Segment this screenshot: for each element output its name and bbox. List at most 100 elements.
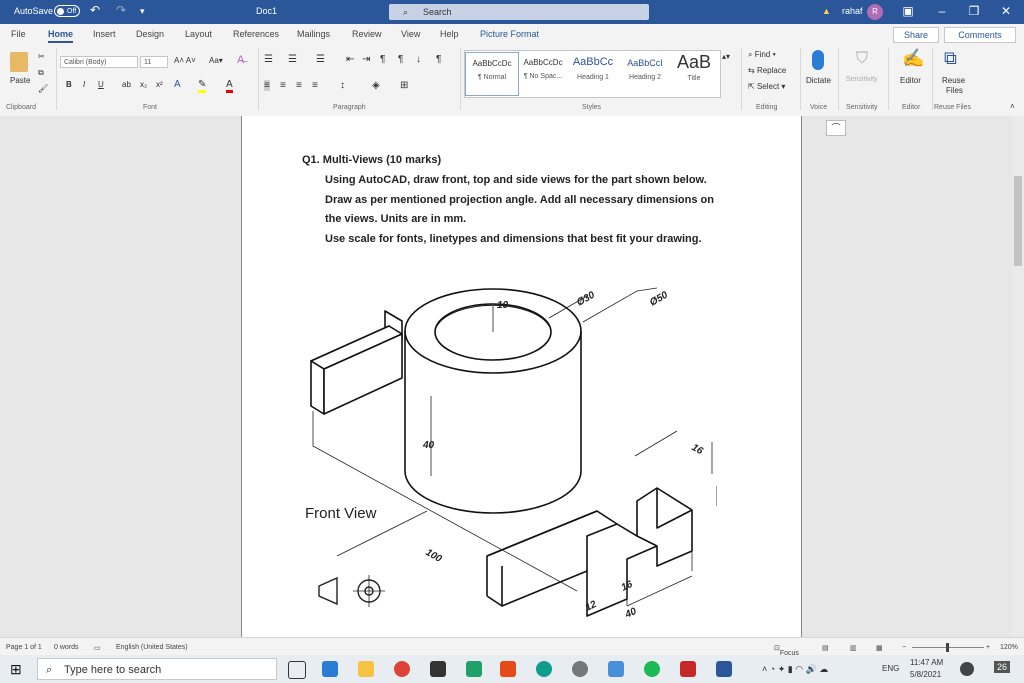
- justify-icon[interactable]: ≡: [312, 80, 318, 91]
- bullets-icon[interactable]: ☰: [264, 54, 273, 65]
- clock-time[interactable]: 11:47 AM: [910, 658, 943, 667]
- collapse-ribbon-icon[interactable]: ˄: [1010, 102, 1015, 111]
- style-no-spacing[interactable]: AaBbCcDc ¶ No Spac...: [517, 52, 569, 94]
- tab-layout[interactable]: Layout: [185, 29, 212, 39]
- minimize-icon[interactable]: –: [932, 4, 952, 18]
- print-layout-icon[interactable]: ▥: [850, 644, 857, 652]
- tab-references[interactable]: References: [233, 29, 279, 39]
- font-name-select[interactable]: Calibri (Body): [60, 56, 138, 68]
- tab-file[interactable]: File: [11, 29, 26, 39]
- autocad-icon[interactable]: [680, 661, 696, 677]
- underline-button[interactable]: U: [98, 80, 104, 89]
- scroll-thumb[interactable]: [1014, 176, 1022, 266]
- spotify-icon[interactable]: [644, 661, 660, 677]
- checkmark-app-icon[interactable]: [608, 661, 624, 677]
- style-heading-1[interactable]: AaBbCc Heading 1: [567, 52, 619, 94]
- tab-insert[interactable]: Insert: [93, 29, 116, 39]
- redo-icon[interactable]: ↷: [116, 3, 126, 17]
- edge-icon[interactable]: [536, 661, 552, 677]
- shading-icon[interactable]: ◈: [372, 80, 380, 91]
- ribbon-display-icon[interactable]: ▣: [898, 4, 918, 18]
- cut-icon[interactable]: ✂: [38, 52, 45, 61]
- sort-icon[interactable]: ↓: [416, 54, 421, 65]
- bold-button[interactable]: B: [66, 80, 72, 89]
- multilevel-list-icon[interactable]: ☰: [316, 54, 325, 65]
- user-name[interactable]: rahaf: [842, 6, 863, 16]
- tab-mailings[interactable]: Mailings: [297, 29, 330, 39]
- restore-icon[interactable]: ❐: [964, 4, 984, 18]
- format-painter-icon[interactable]: 🖌: [38, 84, 48, 93]
- ltr-icon[interactable]: ¶: [380, 54, 385, 65]
- mail-icon[interactable]: [322, 661, 338, 677]
- italic-button[interactable]: I: [83, 80, 85, 89]
- web-layout-icon[interactable]: ▦: [876, 644, 883, 652]
- align-right-icon[interactable]: ≡: [296, 80, 302, 91]
- text-effects-icon[interactable]: A: [174, 79, 181, 90]
- superscript-icon[interactable]: x²: [156, 80, 163, 89]
- microphone-icon[interactable]: [812, 50, 824, 70]
- align-left-icon[interactable]: ≡: [264, 80, 270, 91]
- autosave-toggle[interactable]: Off: [54, 5, 80, 17]
- taskbar-search[interactable]: ⌕ Type here to search: [37, 658, 277, 680]
- proofing-icon[interactable]: ▭: [94, 644, 101, 652]
- numbering-icon[interactable]: ☰: [288, 54, 297, 65]
- clock-date[interactable]: 5/8/2021: [910, 670, 941, 679]
- dictate-button[interactable]: Dictate: [806, 76, 831, 85]
- clear-formatting-icon[interactable]: A̶: [237, 54, 244, 66]
- zoom-out-icon[interactable]: −: [902, 644, 906, 651]
- system-tray-icons[interactable]: ˄ ◔ ✦ ▮ ◠ 🔊 ☁: [762, 664, 828, 675]
- zoom-in-icon[interactable]: +: [986, 644, 990, 651]
- font-color-icon[interactable]: A: [226, 79, 233, 93]
- zoom-level[interactable]: 120%: [1000, 644, 1018, 651]
- decrease-indent-icon[interactable]: ⇤: [346, 54, 354, 65]
- store-icon[interactable]: [430, 661, 446, 677]
- select-button[interactable]: ⇱ Select ▾: [748, 82, 785, 91]
- zoom-slider-thumb[interactable]: [946, 643, 949, 652]
- change-case-icon[interactable]: Aa▾: [209, 56, 223, 65]
- share-button[interactable]: Share: [893, 27, 939, 43]
- avatar[interactable]: R: [867, 4, 883, 20]
- isometric-drawing[interactable]: 10 Ø30 Ø50 40 16 12 100 12 16 40 Front V…: [297, 266, 717, 636]
- style-heading-2[interactable]: AaBbCcI Heading 2: [619, 52, 671, 94]
- strikethrough-icon[interactable]: ab: [122, 80, 131, 89]
- line-spacing-icon[interactable]: ↕: [340, 80, 345, 91]
- borders-icon[interactable]: ⊞: [400, 80, 408, 91]
- document-title[interactable]: Doc1: [256, 6, 277, 16]
- paste-icon[interactable]: [10, 52, 28, 72]
- show-marks-icon[interactable]: ¶: [436, 54, 441, 65]
- vertical-scrollbar[interactable]: [1012, 116, 1024, 637]
- focus-button[interactable]: ⊡ Focus: [774, 644, 799, 657]
- reuse-button[interactable]: Reuse: [942, 76, 965, 85]
- find-button[interactable]: ⌕ Find ▾: [748, 50, 776, 60]
- page-count[interactable]: Page 1 of 1: [6, 644, 42, 651]
- layout-options-icon[interactable]: ⌒: [826, 120, 846, 136]
- tab-help[interactable]: Help: [440, 29, 459, 39]
- close-icon[interactable]: ✕: [996, 4, 1016, 18]
- settings-icon[interactable]: [572, 661, 588, 677]
- word-icon[interactable]: [716, 661, 732, 677]
- styles-scroll-icon[interactable]: ▴▾: [722, 52, 730, 61]
- tab-view[interactable]: View: [401, 29, 420, 39]
- tab-home[interactable]: Home: [48, 29, 74, 43]
- input-language[interactable]: ENG: [882, 664, 899, 673]
- windows-start-icon[interactable]: ⊞: [10, 661, 22, 678]
- action-center-count[interactable]: 26: [994, 661, 1011, 673]
- sensitivity-button[interactable]: Sensitivity: [846, 76, 878, 83]
- align-center-icon[interactable]: ≡: [280, 80, 286, 91]
- tab-review[interactable]: Review: [352, 29, 382, 39]
- comments-button[interactable]: Comments: [944, 27, 1016, 43]
- language-status[interactable]: English (United States): [116, 644, 188, 651]
- undo-icon[interactable]: ↶: [90, 3, 100, 17]
- tab-picture-format[interactable]: Picture Format: [480, 29, 539, 39]
- tab-design[interactable]: Design: [136, 29, 164, 39]
- editor-button[interactable]: Editor: [900, 76, 921, 85]
- file-explorer-icon[interactable]: [358, 661, 374, 677]
- style-title[interactable]: AaB Title: [668, 52, 720, 94]
- style-normal[interactable]: AaBbCcDc ¶ Normal: [465, 52, 519, 96]
- grow-font-icon[interactable]: A˄ A˅: [174, 56, 196, 65]
- replace-button[interactable]: ⇆ Replace: [748, 66, 786, 75]
- font-size-select[interactable]: 11: [140, 56, 168, 68]
- task-view-icon[interactable]: [288, 661, 306, 679]
- calendar-icon[interactable]: [466, 661, 482, 677]
- document-page[interactable]: Q1. Multi-Views (10 marks) Using AutoCAD…: [241, 116, 802, 637]
